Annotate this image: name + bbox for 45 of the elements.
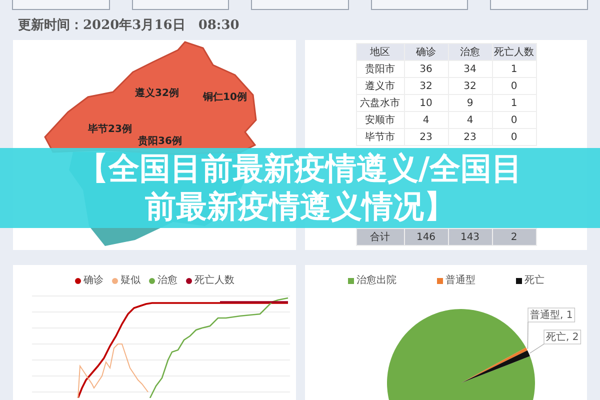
deaths-line: [220, 301, 288, 303]
legend-label: 确诊: [84, 274, 104, 288]
table-cell: 0: [492, 128, 536, 146]
map-label: 贵阳36例: [138, 136, 182, 147]
total-cell: 合计: [356, 228, 404, 246]
table-cell: 遵义市: [356, 78, 404, 94]
table-cell: 1: [492, 60, 536, 78]
table-cell: 贵阳市: [356, 60, 404, 78]
table-cell: 0: [492, 112, 536, 128]
table-cell: 1: [492, 94, 536, 112]
column-header: 地区: [356, 44, 404, 60]
column-header: 死亡人数: [492, 44, 536, 60]
table-cell: 4: [448, 112, 492, 128]
total-cell: 2: [492, 228, 536, 246]
table-cell: 毕节市: [356, 128, 404, 146]
table-cell: 4: [404, 112, 448, 128]
legend-label: 死亡人数: [194, 274, 234, 288]
table-cell: 23: [448, 128, 492, 146]
legend-label: 治愈: [158, 274, 178, 288]
total-cell: 143: [448, 228, 492, 246]
table-cell: 安顺市: [356, 112, 404, 128]
table-cell: 36: [404, 60, 448, 78]
map-label: 遵义32例: [135, 88, 179, 99]
legend-label: 死亡: [524, 274, 544, 288]
banner-title: 【全国目前最新疫情遵义/全国目前最新疫情遵义情况】: [76, 150, 524, 226]
column-header: 确诊: [404, 44, 448, 60]
data-label: 死亡, 2: [544, 330, 582, 344]
map-label: 毕节23例: [88, 124, 132, 135]
table-cell: 34: [448, 60, 492, 78]
table-cell: 32: [448, 78, 492, 94]
legend-label: 普通型: [446, 274, 476, 288]
table-cell: 32: [404, 78, 448, 94]
legend-label: 治愈出院: [356, 274, 396, 288]
table-cell: 六盘水市: [356, 94, 404, 112]
table-cell: 23: [404, 128, 448, 146]
table-cell: 10: [404, 94, 448, 112]
column-header: 治愈: [448, 44, 492, 60]
update-time: 更新时间：2020年3月16日 08:30: [18, 18, 240, 33]
suspected-line: [77, 344, 148, 398]
map-label: 铜仁10例: [203, 92, 247, 103]
table-cell: 9: [448, 94, 492, 112]
data-label: 普通型, 1: [528, 308, 576, 322]
table-cell: 0: [492, 78, 536, 94]
legend-label: 疑似: [120, 274, 140, 288]
total-cell: 146: [404, 228, 448, 246]
